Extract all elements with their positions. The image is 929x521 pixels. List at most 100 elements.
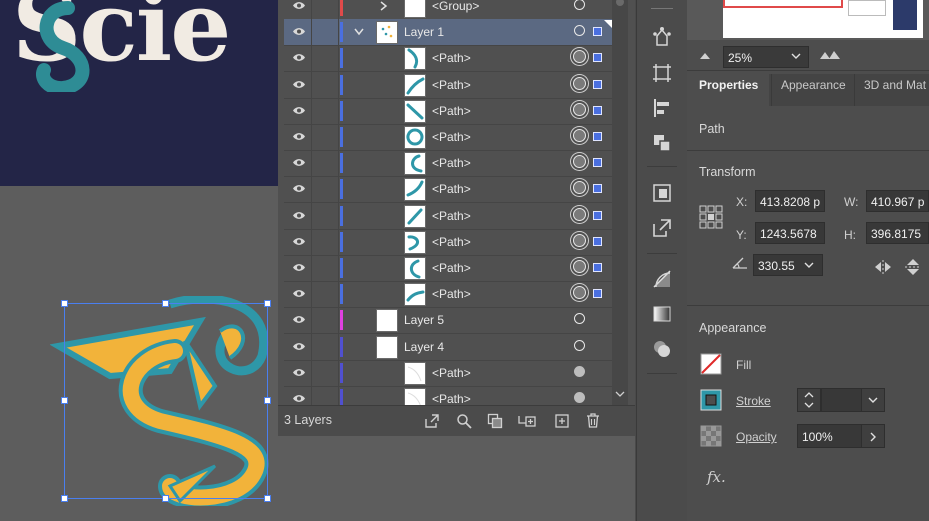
x-position-field[interactable]: 413.8208 p: [755, 190, 825, 212]
stroke-weight-stepper[interactable]: [797, 388, 821, 412]
layer-name[interactable]: <Path>: [432, 392, 471, 405]
path-row[interactable]: <Path>: [284, 176, 618, 204]
visibility-eye-icon[interactable]: [292, 26, 306, 37]
lock-toggle[interactable]: [314, 310, 336, 330]
lock-toggle[interactable]: [314, 127, 336, 147]
layer-name[interactable]: Layer 4: [404, 340, 444, 354]
lock-toggle[interactable]: [314, 363, 336, 383]
lock-toggle[interactable]: [314, 206, 336, 226]
canvas-below-panel[interactable]: [278, 436, 635, 521]
path-row[interactable]: <Path>: [284, 281, 618, 309]
fx-effects-button[interactable]: fx.: [707, 468, 726, 486]
y-position-field[interactable]: 1243.5678: [755, 222, 825, 244]
selection-indicator[interactable]: [593, 27, 602, 37]
opacity-label[interactable]: Opacity: [736, 430, 777, 444]
lock-toggle[interactable]: [314, 101, 336, 121]
chevron-up-icon[interactable]: [804, 392, 814, 398]
tab-3d-and-materials[interactable]: 3D and Mat: [864, 78, 926, 104]
navigator-view-rect[interactable]: [723, 0, 843, 8]
selection-indicator[interactable]: [593, 79, 602, 89]
visibility-eye-icon[interactable]: [292, 288, 306, 299]
selection-indicator[interactable]: [593, 184, 602, 194]
gradient-icon[interactable]: [651, 268, 673, 290]
path-row[interactable]: <Path>: [284, 228, 618, 256]
visibility-eye-icon[interactable]: [292, 79, 306, 90]
visibility-eye-icon[interactable]: [292, 183, 306, 194]
layer-row[interactable]: Layer 5: [284, 307, 618, 335]
new-layer-icon[interactable]: [554, 413, 570, 429]
selection-indicator[interactable]: [593, 289, 602, 299]
target-appearance-icon[interactable]: [573, 207, 586, 221]
lock-toggle[interactable]: [314, 75, 336, 95]
visibility-eye-icon[interactable]: [292, 367, 306, 378]
visibility-eye-icon[interactable]: [292, 131, 306, 142]
path-row[interactable]: <Path>: [284, 255, 618, 282]
target-appearance-icon[interactable]: [574, 313, 585, 325]
selection-indicator[interactable]: [593, 105, 602, 115]
selection-indicator[interactable]: [593, 210, 602, 220]
height-field[interactable]: 396.8175: [866, 222, 929, 244]
transparency-icon[interactable]: [651, 303, 673, 325]
zoom-out-icon[interactable]: [699, 52, 711, 60]
scrollbar-thumb[interactable]: [616, 0, 624, 6]
visibility-eye-icon[interactable]: [292, 393, 306, 404]
appearance-icon[interactable]: [651, 338, 673, 360]
delete-icon[interactable]: [585, 412, 601, 429]
visibility-eye-icon[interactable]: [292, 210, 306, 221]
path-row[interactable]: <Path>: [284, 359, 618, 387]
expand-chevron-down-icon[interactable]: [354, 28, 364, 36]
selection-bounding-box[interactable]: [61, 300, 271, 502]
lock-toggle[interactable]: [314, 337, 336, 357]
layer-name[interactable]: <Path>: [432, 104, 471, 118]
target-appearance-icon[interactable]: [574, 365, 585, 377]
resize-handle-w[interactable]: [61, 397, 68, 404]
layer-name[interactable]: <Path>: [432, 130, 471, 144]
selection-indicator[interactable]: [593, 53, 602, 63]
resize-handle-ne[interactable]: [264, 300, 271, 307]
layer-name[interactable]: <Path>: [432, 366, 471, 380]
lock-toggle[interactable]: [314, 48, 336, 68]
selection-indicator[interactable]: [593, 236, 602, 246]
layer-row[interactable]: Layer 4: [284, 333, 618, 361]
make-clipping-mask-icon[interactable]: [487, 413, 503, 429]
path-row[interactable]: <Path>: [284, 97, 618, 125]
target-appearance-icon[interactable]: [573, 286, 586, 300]
layer-name[interactable]: <Path>: [432, 51, 471, 65]
visibility-eye-icon[interactable]: [292, 314, 306, 325]
selection-indicator[interactable]: [593, 263, 602, 272]
lock-toggle[interactable]: [314, 232, 336, 252]
asset-export-icon[interactable]: [651, 217, 673, 239]
stroke-weight-dropdown[interactable]: [861, 388, 885, 412]
layers-scrollbar[interactable]: [612, 0, 628, 405]
layer-name[interactable]: <Group>: [432, 0, 479, 13]
target-appearance-icon[interactable]: [573, 102, 586, 116]
lock-toggle[interactable]: [314, 179, 336, 199]
lock-toggle[interactable]: [314, 22, 336, 42]
visibility-eye-icon[interactable]: [292, 341, 306, 352]
path-row[interactable]: <Path>: [284, 386, 618, 405]
layer-name[interactable]: <Path>: [432, 156, 471, 170]
layer-name[interactable]: <Path>: [432, 235, 471, 249]
path-row[interactable]: <Path>: [284, 45, 618, 73]
pathfinder-icon[interactable]: [651, 132, 673, 154]
resize-handle-sw[interactable]: [61, 495, 68, 502]
layer-name[interactable]: <Path>: [432, 261, 471, 275]
opacity-flyout-button[interactable]: [861, 424, 885, 448]
resize-handle-s[interactable]: [162, 495, 169, 502]
zoom-in-icon[interactable]: [819, 50, 841, 60]
navigator-preview[interactable]: [687, 0, 929, 40]
chevron-down-icon[interactable]: [804, 262, 814, 269]
new-sublayer-icon[interactable]: [517, 413, 537, 429]
resize-handle-n[interactable]: [162, 300, 169, 307]
target-appearance-icon[interactable]: [573, 76, 586, 90]
tab-properties[interactable]: Properties: [699, 78, 758, 104]
stroke-label[interactable]: Stroke: [736, 394, 771, 408]
stroke-swatch[interactable]: [700, 389, 722, 411]
layer-name[interactable]: <Path>: [432, 209, 471, 223]
selection-indicator[interactable]: [593, 132, 602, 141]
path-row[interactable]: <Path>: [284, 124, 618, 151]
locate-object-icon[interactable]: [456, 413, 472, 429]
visibility-eye-icon[interactable]: [292, 0, 306, 11]
lock-toggle[interactable]: [314, 284, 336, 304]
expand-chevron-right-icon[interactable]: [380, 1, 388, 11]
